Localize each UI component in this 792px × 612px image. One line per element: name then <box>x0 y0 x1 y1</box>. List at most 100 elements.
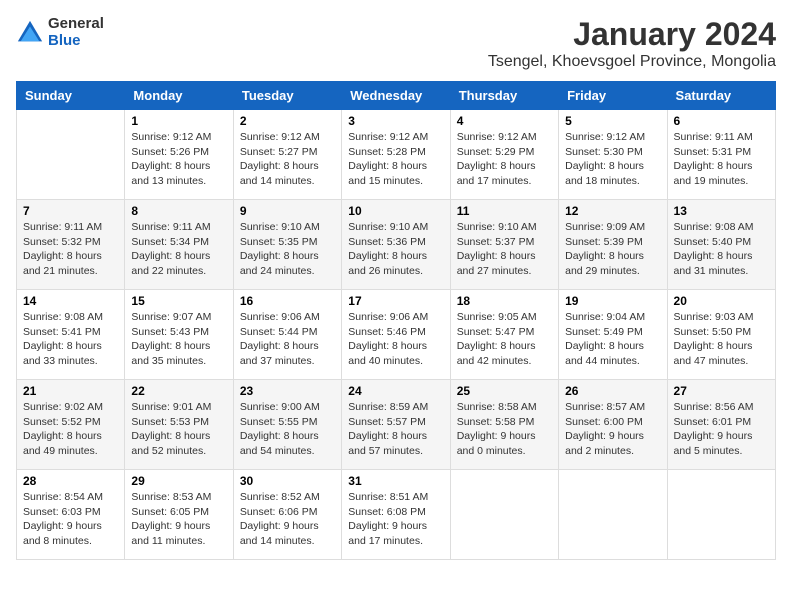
day-info: Sunrise: 9:11 AMSunset: 5:34 PMDaylight:… <box>131 220 226 279</box>
day-info: Sunrise: 8:53 AMSunset: 6:05 PMDaylight:… <box>131 490 226 549</box>
day-info: Sunrise: 9:09 AMSunset: 5:39 PMDaylight:… <box>565 220 660 279</box>
day-cell: 23 Sunrise: 9:00 AMSunset: 5:55 PMDayligh… <box>233 380 341 470</box>
day-number: 11 <box>457 204 552 218</box>
week-row-5: 28 Sunrise: 8:54 AMSunset: 6:03 PMDayligh… <box>17 470 776 560</box>
day-number: 12 <box>565 204 660 218</box>
day-number: 3 <box>348 114 443 128</box>
day-number: 10 <box>348 204 443 218</box>
day-number: 21 <box>23 384 118 398</box>
day-cell: 14Sunrise: 9:08 AMSunset: 5:41 PMDayligh… <box>17 290 125 380</box>
day-cell: 16Sunrise: 9:06 AMSunset: 5:44 PMDayligh… <box>233 290 341 380</box>
day-cell: 12 Sunrise: 9:09 AMSunset: 5:39 PMDayligh… <box>559 200 667 290</box>
day-info: Sunrise: 8:59 AMSunset: 5:57 PMDaylight:… <box>348 400 443 459</box>
calendar-table: SundayMondayTuesdayWednesdayThursdayFrid… <box>16 81 776 560</box>
day-cell: 27 Sunrise: 8:56 AMSunset: 6:01 PMDayligh… <box>667 380 775 470</box>
day-number: 29 <box>131 474 226 488</box>
day-number: 24 <box>348 384 443 398</box>
day-cell: 30 Sunrise: 8:52 AMSunset: 6:06 PMDayligh… <box>233 470 341 560</box>
day-number: 2 <box>240 114 335 128</box>
day-info: Sunrise: 9:12 AMSunset: 5:30 PMDaylight:… <box>565 130 660 189</box>
day-info: Sunrise: 9:00 AMSunset: 5:55 PMDaylight:… <box>240 400 335 459</box>
day-number: 23 <box>240 384 335 398</box>
day-info: Sunrise: 9:12 AMSunset: 5:26 PMDaylight:… <box>131 130 226 189</box>
day-cell: 7Sunrise: 9:11 AMSunset: 5:32 PMDaylight… <box>17 200 125 290</box>
week-row-1: 1 Sunrise: 9:12 AMSunset: 5:26 PMDaylight… <box>17 110 776 200</box>
header: General Blue January 2024 Tsengel, Khoev… <box>16 16 776 71</box>
day-cell: 24 Sunrise: 8:59 AMSunset: 5:57 PMDayligh… <box>342 380 450 470</box>
day-number: 18 <box>457 294 552 308</box>
day-cell: 9 Sunrise: 9:10 AMSunset: 5:35 PMDaylight… <box>233 200 341 290</box>
day-info: Sunrise: 9:08 AMSunset: 5:41 PMDaylight:… <box>23 310 118 369</box>
day-number: 20 <box>674 294 769 308</box>
day-info: Sunrise: 9:10 AMSunset: 5:37 PMDaylight:… <box>457 220 552 279</box>
day-info: Sunrise: 9:07 AMSunset: 5:43 PMDaylight:… <box>131 310 226 369</box>
day-info: Sunrise: 9:02 AMSunset: 5:52 PMDaylight:… <box>23 400 118 459</box>
day-number: 7 <box>23 204 118 218</box>
day-cell: 10 Sunrise: 9:10 AMSunset: 5:36 PMDayligh… <box>342 200 450 290</box>
day-cell: 22 Sunrise: 9:01 AMSunset: 5:53 PMDayligh… <box>125 380 233 470</box>
day-number: 28 <box>23 474 118 488</box>
day-info: Sunrise: 9:04 AMSunset: 5:49 PMDaylight:… <box>565 310 660 369</box>
main-title: January 2024 <box>488 16 776 53</box>
day-info: Sunrise: 9:12 AMSunset: 5:29 PMDaylight:… <box>457 130 552 189</box>
day-number: 4 <box>457 114 552 128</box>
day-cell <box>559 470 667 560</box>
day-info: Sunrise: 9:03 AMSunset: 5:50 PMDaylight:… <box>674 310 769 369</box>
day-number: 15 <box>131 294 226 308</box>
day-info: Sunrise: 8:54 AMSunset: 6:03 PMDaylight:… <box>23 490 118 549</box>
day-number: 27 <box>674 384 769 398</box>
day-info: Sunrise: 9:05 AMSunset: 5:47 PMDaylight:… <box>457 310 552 369</box>
day-cell: 28 Sunrise: 8:54 AMSunset: 6:03 PMDayligh… <box>17 470 125 560</box>
day-cell: 8 Sunrise: 9:11 AMSunset: 5:34 PMDaylight… <box>125 200 233 290</box>
header-day-thursday: Thursday <box>450 82 558 110</box>
day-info: Sunrise: 8:52 AMSunset: 6:06 PMDaylight:… <box>240 490 335 549</box>
day-info: Sunrise: 9:10 AMSunset: 5:36 PMDaylight:… <box>348 220 443 279</box>
header-row: SundayMondayTuesdayWednesdayThursdayFrid… <box>17 82 776 110</box>
week-row-2: 7Sunrise: 9:11 AMSunset: 5:32 PMDaylight… <box>17 200 776 290</box>
day-cell: 26 Sunrise: 8:57 AMSunset: 6:00 PMDayligh… <box>559 380 667 470</box>
week-row-3: 14Sunrise: 9:08 AMSunset: 5:41 PMDayligh… <box>17 290 776 380</box>
day-cell: 5 Sunrise: 9:12 AMSunset: 5:30 PMDaylight… <box>559 110 667 200</box>
day-cell: 18 Sunrise: 9:05 AMSunset: 5:47 PMDayligh… <box>450 290 558 380</box>
week-row-4: 21 Sunrise: 9:02 AMSunset: 5:52 PMDayligh… <box>17 380 776 470</box>
day-number: 26 <box>565 384 660 398</box>
header-day-wednesday: Wednesday <box>342 82 450 110</box>
day-cell: 11 Sunrise: 9:10 AMSunset: 5:37 PMDayligh… <box>450 200 558 290</box>
day-number: 25 <box>457 384 552 398</box>
subtitle: Tsengel, Khoevsgoel Province, Mongolia <box>488 53 776 71</box>
day-cell: 15 Sunrise: 9:07 AMSunset: 5:43 PMDayligh… <box>125 290 233 380</box>
day-info: Sunrise: 9:11 AMSunset: 5:31 PMDaylight:… <box>674 130 769 189</box>
logo-blue-text: Blue <box>48 33 104 50</box>
day-cell: 21 Sunrise: 9:02 AMSunset: 5:52 PMDayligh… <box>17 380 125 470</box>
day-number: 19 <box>565 294 660 308</box>
day-cell: 17Sunrise: 9:06 AMSunset: 5:46 PMDayligh… <box>342 290 450 380</box>
day-info: Sunrise: 8:58 AMSunset: 5:58 PMDaylight:… <box>457 400 552 459</box>
day-cell: 19 Sunrise: 9:04 AMSunset: 5:49 PMDayligh… <box>559 290 667 380</box>
day-cell: 29 Sunrise: 8:53 AMSunset: 6:05 PMDayligh… <box>125 470 233 560</box>
header-day-tuesday: Tuesday <box>233 82 341 110</box>
day-number: 5 <box>565 114 660 128</box>
day-number: 16 <box>240 294 335 308</box>
day-info: Sunrise: 9:10 AMSunset: 5:35 PMDaylight:… <box>240 220 335 279</box>
day-cell: 3 Sunrise: 9:12 AMSunset: 5:28 PMDaylight… <box>342 110 450 200</box>
day-number: 22 <box>131 384 226 398</box>
day-cell <box>17 110 125 200</box>
day-number: 31 <box>348 474 443 488</box>
header-day-monday: Monday <box>125 82 233 110</box>
day-cell <box>667 470 775 560</box>
day-info: Sunrise: 8:56 AMSunset: 6:01 PMDaylight:… <box>674 400 769 459</box>
day-number: 6 <box>674 114 769 128</box>
day-cell: 1 Sunrise: 9:12 AMSunset: 5:26 PMDaylight… <box>125 110 233 200</box>
header-day-sunday: Sunday <box>17 82 125 110</box>
day-info: Sunrise: 8:57 AMSunset: 6:00 PMDaylight:… <box>565 400 660 459</box>
day-info: Sunrise: 9:06 AMSunset: 5:46 PMDaylight:… <box>348 310 443 369</box>
title-area: January 2024 Tsengel, Khoevsgoel Provinc… <box>488 16 776 71</box>
day-number: 8 <box>131 204 226 218</box>
day-cell: 13Sunrise: 9:08 AMSunset: 5:40 PMDayligh… <box>667 200 775 290</box>
day-info: Sunrise: 9:12 AMSunset: 5:28 PMDaylight:… <box>348 130 443 189</box>
day-number: 30 <box>240 474 335 488</box>
day-number: 1 <box>131 114 226 128</box>
day-number: 9 <box>240 204 335 218</box>
day-info: Sunrise: 9:01 AMSunset: 5:53 PMDaylight:… <box>131 400 226 459</box>
day-info: Sunrise: 8:51 AMSunset: 6:08 PMDaylight:… <box>348 490 443 549</box>
